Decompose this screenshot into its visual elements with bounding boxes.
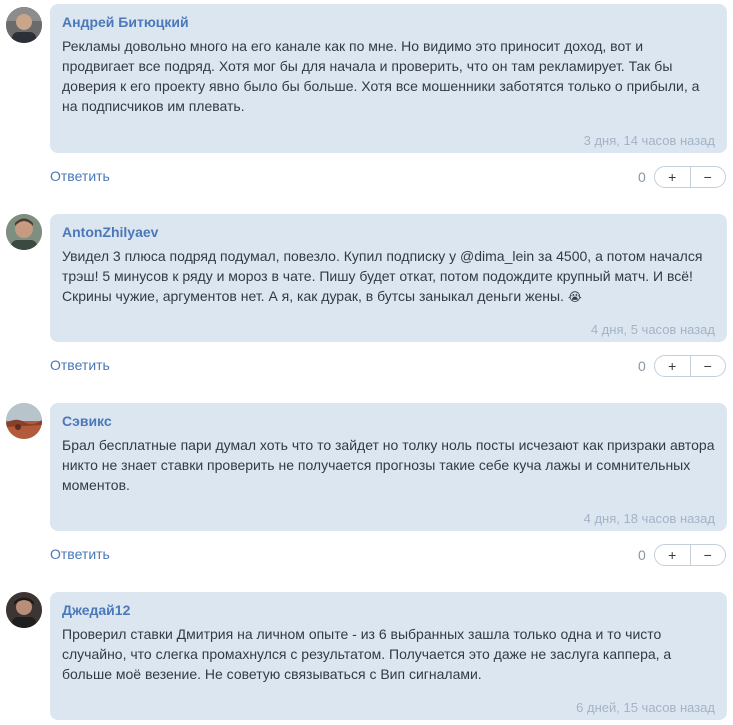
comment-timestamp: 4 дня, 5 часов назад [590, 322, 715, 337]
upvote-button[interactable]: + [655, 167, 691, 187]
avatar[interactable] [6, 592, 42, 628]
downvote-button[interactable]: − [691, 167, 726, 187]
comment-text: Рекламы довольно много на его канале как… [62, 38, 700, 114]
comment-bubble: Сэвикс Брал бесплатные пари думал хоть ч… [50, 403, 727, 531]
vote-control: + − [654, 355, 726, 377]
comment-timestamp: 3 дня, 14 часов назад [583, 133, 715, 148]
comment-text: Брал бесплатные пари думал хоть что то з… [62, 437, 715, 493]
comment-bubble: Андрей Битюцкий Рекламы довольно много н… [50, 4, 727, 153]
comment-text: Проверил ставки Дмитрия на личном опыте … [62, 626, 672, 682]
upvote-button[interactable]: + [655, 545, 691, 565]
comment-timestamp: 4 дня, 18 часов назад [583, 511, 715, 526]
comment-timestamp: 6 дней, 15 часов назад [576, 700, 715, 715]
vote-control: + − [654, 544, 726, 566]
vote-score: 0 [638, 358, 646, 374]
comment-text: Увидел 3 плюса подряд подумал, повезло. … [62, 246, 715, 307]
vote-score: 0 [638, 169, 646, 185]
upvote-button[interactable]: + [655, 356, 691, 376]
avatar[interactable] [6, 403, 42, 439]
comment-text-body: Увидел 3 плюса подряд подумал, повезло. … [62, 248, 703, 304]
vote-control: + − [654, 166, 726, 188]
comment-author[interactable]: Сэвикс [62, 413, 715, 429]
vote-score: 0 [638, 547, 646, 563]
downvote-button[interactable]: − [691, 545, 726, 565]
comment-author[interactable]: Джедай12 [62, 602, 715, 618]
crying-emoji-icon: 😭 [567, 290, 582, 305]
reply-button[interactable]: Ответить [50, 168, 110, 184]
avatar[interactable] [6, 7, 42, 43]
comment-bubble: Джедай12 Проверил ставки Дмитрия на личн… [50, 592, 727, 720]
comment-bubble: AntonZhilyaev Увидел 3 плюса подряд поду… [50, 214, 727, 342]
avatar[interactable] [6, 214, 42, 250]
comment-author[interactable]: Андрей Битюцкий [62, 14, 715, 30]
downvote-button[interactable]: − [691, 356, 726, 376]
reply-button[interactable]: Ответить [50, 357, 110, 373]
comment-author[interactable]: AntonZhilyaev [62, 224, 715, 240]
reply-button[interactable]: Ответить [50, 546, 110, 562]
